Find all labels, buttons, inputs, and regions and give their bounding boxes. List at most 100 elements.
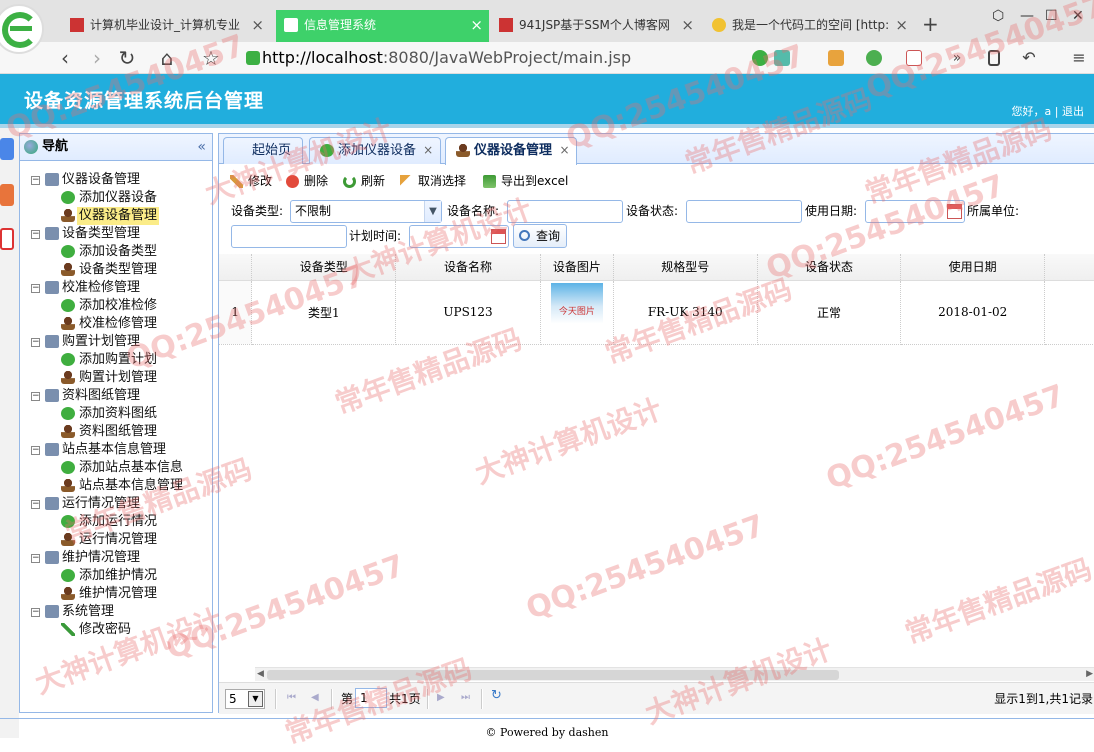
prev-page-icon[interactable]: ◀ [311,693,321,703]
next-page-icon[interactable]: ▶ [437,693,447,703]
collapse-toggle-icon[interactable]: − [31,284,40,293]
minimize-icon[interactable]: — [1020,8,1034,24]
column-header[interactable]: 规格型号 [613,254,758,281]
delete-button[interactable]: 删除 [286,172,328,190]
table-row[interactable]: 1 类型1 UPS123 今天图片 FR-UK 3140 正常 2018-01-… [219,280,1094,345]
undo-icon[interactable]: ↶ [1016,45,1042,71]
menu-icon[interactable]: ≡ [1066,45,1092,71]
export-excel-button[interactable]: 导出到excel [483,172,568,190]
scroll-left-icon[interactable]: ◀ [257,668,264,681]
tree-item[interactable]: 添加站点基本信息 [20,459,212,477]
collapse-toggle-icon[interactable]: − [31,500,40,509]
url-input[interactable]: http://localhost:8080/JavaWebProject/mai… [240,45,792,71]
mail-icon[interactable] [0,228,14,250]
tree-item[interactable]: 添加资料图纸 [20,405,212,423]
calendar-icon[interactable] [947,204,962,219]
collapse-toggle-icon[interactable]: − [31,392,40,401]
browser-tab-2[interactable]: 信息管理系统 × [276,10,489,42]
tab-home[interactable]: 起始页 [223,137,303,164]
tree-item[interactable]: 添加购置计划 [20,351,212,369]
page-size-select[interactable]: 5 ▼ [225,689,265,709]
reload-icon[interactable]: ↻ [114,45,140,71]
browser-tab-4[interactable]: 我是一个代码工的空间 [http: × [704,10,914,42]
collapse-toggle-icon[interactable]: − [31,176,40,185]
translate-icon[interactable] [906,50,922,66]
calendar-icon[interactable] [491,229,506,244]
user-logout-link[interactable]: 您好，a | 退出 [1012,103,1084,119]
maximize-icon[interactable]: ☐ [1045,8,1058,24]
close-tab-icon[interactable]: × [895,10,908,40]
close-tab-icon[interactable]: × [681,10,694,40]
equipment-thumbnail[interactable]: 今天图片 [550,283,603,341]
phone-icon[interactable] [988,50,1000,66]
cancel-selection-button[interactable]: 取消选择 [400,172,466,190]
tree-item[interactable]: 添加校准检修 [20,297,212,315]
close-window-icon[interactable]: ✕ [1072,8,1084,24]
use-date-input[interactable] [865,200,965,223]
apps-icon[interactable] [828,50,844,66]
tree-item[interactable]: 运行情况管理 [20,531,212,549]
collapse-toggle-icon[interactable]: − [31,338,40,347]
collapse-sidebar-icon[interactable]: « [197,134,206,160]
tree-item[interactable]: 校准检修管理 [20,315,212,333]
tree-item[interactable]: 修改密码 [20,621,212,639]
tree-group[interactable]: − 设备类型管理 [20,225,212,243]
tree-group[interactable]: − 站点基本信息管理 [20,441,212,459]
tree-item[interactable]: 资料图纸管理 [20,423,212,441]
refresh-button[interactable]: 刷新 [343,172,385,190]
back-icon[interactable]: ‹ [52,45,78,71]
tab-add-instrument[interactable]: 添加仪器设备 × [309,137,441,164]
tree-item[interactable]: 仪器设备管理 [20,207,212,225]
collapse-toggle-icon[interactable]: − [31,446,40,455]
tree-group[interactable]: − 仪器设备管理 [20,171,212,189]
tree-item[interactable]: 站点基本信息管理 [20,477,212,495]
column-header[interactable]: 设备名称 [395,254,541,281]
tab-instrument-management[interactable]: 仪器设备管理 × [445,137,577,165]
name-input[interactable] [507,200,623,223]
browser-tab-1[interactable]: 计算机毕业设计_计算机专业 × [62,10,270,42]
tree-item[interactable]: 添加运行情况 [20,513,212,531]
page-number-input[interactable]: 1 [355,688,387,708]
collapse-toggle-icon[interactable]: − [31,230,40,239]
last-page-icon[interactable]: ⏭ [461,693,471,703]
tree-group[interactable]: − 购置计划管理 [20,333,212,351]
close-tab-icon[interactable]: × [423,143,433,157]
scroll-right-icon[interactable]: ▶ [1086,668,1093,681]
status-input[interactable] [686,200,802,223]
weibo-icon[interactable] [0,184,14,206]
collapse-toggle-icon[interactable]: − [31,608,40,617]
column-header[interactable]: 设备图片 [540,254,614,281]
tree-group[interactable]: − 运行情况管理 [20,495,212,513]
tree-item[interactable]: 购置计划管理 [20,369,212,387]
column-header[interactable]: 设备类型 [251,254,397,281]
tree-group[interactable]: − 维护情况管理 [20,549,212,567]
skin-icon[interactable]: ⬡ [992,8,1004,24]
tree-group[interactable]: − 校准检修管理 [20,279,212,297]
close-tab-icon[interactable]: × [470,10,483,40]
column-header[interactable]: 设备状态 [757,254,902,281]
scrollbar-thumb[interactable] [267,670,839,680]
home-icon[interactable]: ⌂ [154,45,180,71]
forward-icon[interactable]: › [84,45,110,71]
type-select[interactable]: 不限制 ▼ [290,200,442,223]
tree-item[interactable]: 添加仪器设备 [20,189,212,207]
search-button[interactable]: 查询 [513,224,568,248]
tree-item[interactable]: 设备类型管理 [20,261,212,279]
browser-tab-3[interactable]: 941JSP基于SSM个人博客网 × [491,10,700,42]
extension-icon[interactable] [752,50,768,66]
column-header[interactable]: 使用日期 [900,254,1046,281]
tree-item[interactable]: 添加设备类型 [20,243,212,261]
shield-icon[interactable] [866,50,882,66]
unit-input[interactable] [231,225,347,248]
first-page-icon[interactable]: ⏮ [287,693,297,703]
close-tab-icon[interactable]: × [560,143,570,157]
edit-button[interactable]: 修改 [230,172,272,190]
ie-mode-icon[interactable] [774,50,790,66]
tree-group[interactable]: − 资料图纸管理 [20,387,212,405]
close-tab-icon[interactable]: × [251,10,264,40]
chevron-down-icon[interactable]: ▼ [424,201,441,222]
chevron-down-icon[interactable]: ▼ [248,691,263,707]
plan-time-input[interactable] [409,225,509,248]
new-tab-button[interactable]: + [922,12,939,36]
tree-item[interactable]: 维护情况管理 [20,585,212,603]
